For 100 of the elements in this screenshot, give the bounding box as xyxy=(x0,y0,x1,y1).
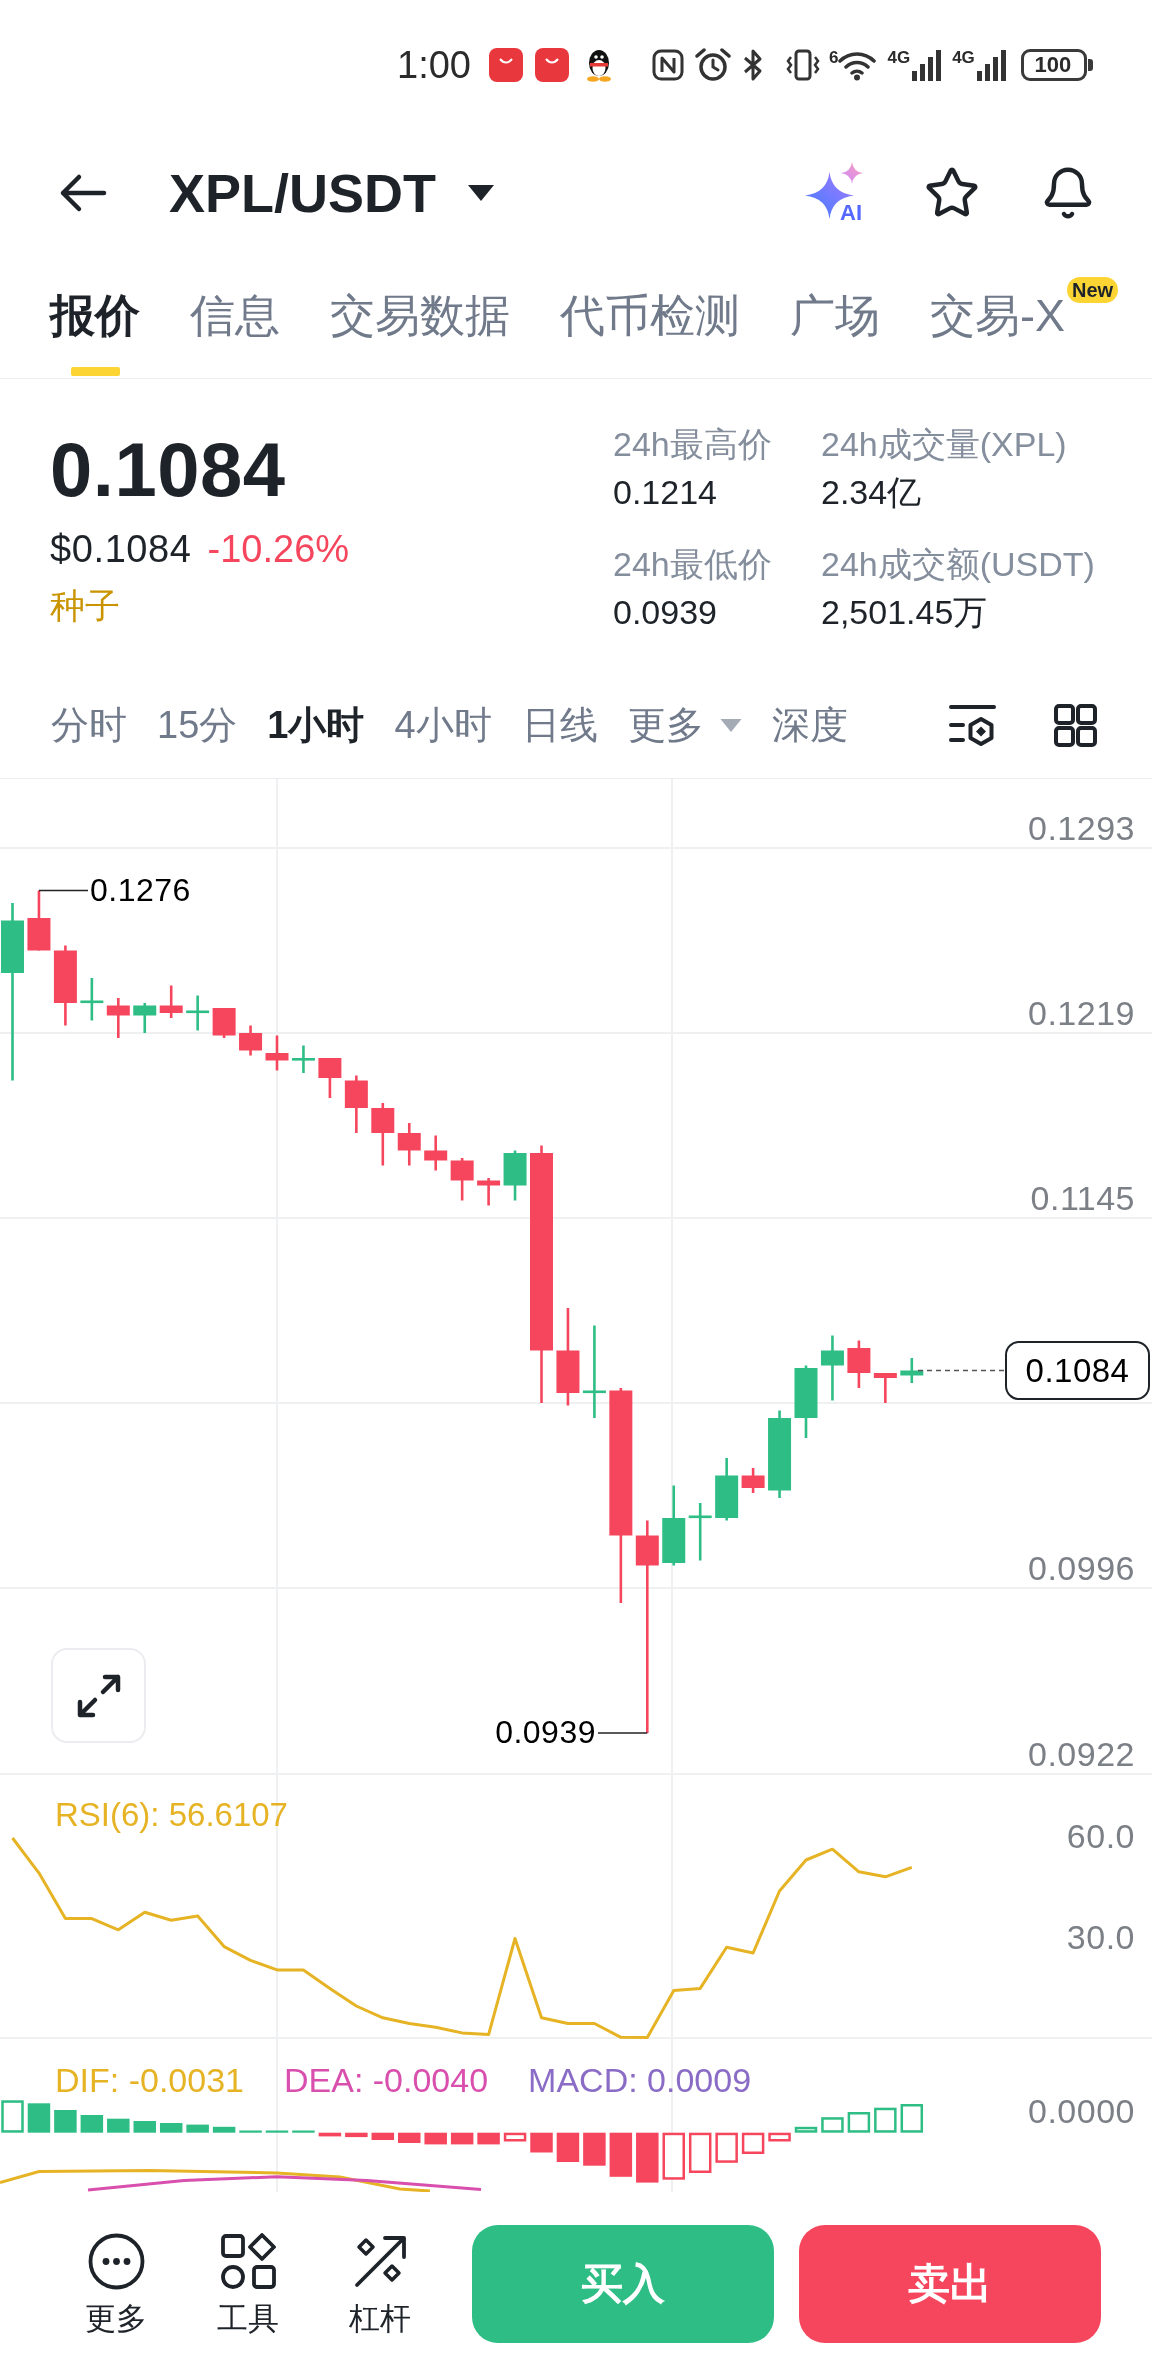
histogram-bar xyxy=(847,2112,871,2133)
histogram-bar xyxy=(821,2117,844,2133)
interval-tab[interactable]: 15分 xyxy=(157,703,238,747)
stat-label: 24h成交额(USDT) xyxy=(821,544,1095,584)
candle xyxy=(186,995,210,1031)
candle xyxy=(397,1123,421,1166)
histogram-bar xyxy=(424,2132,447,2145)
candle xyxy=(820,1335,844,1401)
candle xyxy=(741,1468,765,1493)
tab[interactable]: 交易数据 xyxy=(330,255,510,378)
macd-axis-label: 0.0000 xyxy=(1028,2091,1135,2131)
network-type-label: 4G xyxy=(952,49,975,66)
buy-button[interactable]: 买入 xyxy=(472,2225,774,2343)
histogram-bar xyxy=(398,2132,421,2143)
histogram-bar xyxy=(265,2130,289,2133)
toolbar-button[interactable]: 更多 xyxy=(73,2233,159,2335)
candle xyxy=(133,1003,157,1033)
token-tag: 种子 xyxy=(50,586,120,626)
sell-button[interactable]: 卖出 xyxy=(799,2225,1101,2343)
candle xyxy=(159,985,183,1018)
candle xyxy=(847,1340,871,1388)
tab[interactable]: 信息 xyxy=(190,255,280,378)
histogram-bar xyxy=(636,2132,659,2183)
histogram-bar xyxy=(583,2132,606,2166)
stat-value: 2.34亿 xyxy=(821,472,922,512)
interval-tab[interactable]: 1小时 xyxy=(267,703,365,747)
candle xyxy=(106,998,130,1038)
histogram-bar xyxy=(292,2130,315,2133)
last-price-tag: 0.1084 xyxy=(1005,1341,1150,1400)
caret-icon[interactable] xyxy=(468,184,495,201)
candle xyxy=(265,1035,289,1071)
candle xyxy=(291,1045,315,1073)
nfc-icon xyxy=(651,49,684,81)
histogram-bar xyxy=(688,2132,712,2173)
histogram-bar xyxy=(741,2132,765,2154)
tab[interactable]: 报价 xyxy=(50,255,140,378)
toolbar-button[interactable]: 杠杆 xyxy=(337,2233,423,2335)
grid-icon[interactable] xyxy=(1054,703,1097,747)
rsi-axis-label: 30.0 xyxy=(1066,1916,1135,1957)
price-axis-label: 0.1219 xyxy=(1028,993,1135,1033)
price-axis-label: 0.1145 xyxy=(1030,1178,1135,1218)
histogram-bar xyxy=(900,2104,924,2133)
macd-legend-item: DEA: -0.0040 xyxy=(284,2060,489,2100)
app-icon xyxy=(534,48,569,82)
penguin-icon xyxy=(585,48,612,82)
bluetooth-icon xyxy=(741,48,764,82)
stat-label: 24h最高价 xyxy=(613,424,772,464)
interval-tab[interactable]: 深度 xyxy=(771,703,848,747)
back-arrow-icon[interactable] xyxy=(59,172,107,213)
histogram-bar xyxy=(450,2132,474,2145)
rsi-axis-label: 60.0 xyxy=(1066,1815,1135,1856)
candle xyxy=(900,1358,924,1383)
price-change: -10.26% xyxy=(207,529,350,569)
histogram-bar xyxy=(556,2132,580,2162)
interval-tab[interactable]: 4小时 xyxy=(394,703,492,747)
candle xyxy=(80,978,104,1021)
candle xyxy=(239,1025,263,1056)
rsi-legend: RSI(6): 56.6107 xyxy=(55,1795,288,1835)
wifi-icon xyxy=(838,49,877,81)
pair-title[interactable]: XPL/USDT xyxy=(169,162,437,223)
battery-indicator: 100 xyxy=(1020,49,1093,81)
histogram-bar xyxy=(159,2123,183,2133)
tab[interactable]: 代币检测 xyxy=(560,255,740,378)
expand-button[interactable] xyxy=(51,1648,146,1743)
usd-price: $0.1084 xyxy=(50,529,192,569)
low-price-label: 0.0939 xyxy=(495,1713,596,1752)
interval-tab[interactable]: 分时 xyxy=(51,703,127,747)
histogram-bar xyxy=(212,2126,236,2133)
more-icon xyxy=(87,2233,145,2290)
app-icon xyxy=(488,48,523,82)
histogram-bar xyxy=(477,2132,500,2145)
network-type-label: 4G xyxy=(887,49,911,66)
stat-value: 0.0939 xyxy=(613,592,717,632)
price-axis-label: 0.1293 xyxy=(1028,808,1135,848)
toolbar-button[interactable]: 工具 xyxy=(205,2233,291,2335)
indicator-settings-icon[interactable] xyxy=(949,703,996,747)
tab[interactable]: 交易-X xyxy=(930,255,1065,378)
ai-assistant-button[interactable]: AI xyxy=(805,161,869,224)
candle xyxy=(371,1103,395,1166)
interval-tab[interactable]: 日线 xyxy=(521,703,598,747)
candle xyxy=(688,1503,712,1561)
histogram-bar xyxy=(107,2118,130,2133)
signal-icon xyxy=(974,49,1007,81)
macd-legend-item: DIF: -0.0031 xyxy=(55,2060,244,2100)
candle xyxy=(424,1135,448,1171)
candle xyxy=(715,1458,739,1521)
candle xyxy=(450,1158,474,1201)
interval-tab[interactable]: 更多 xyxy=(627,703,742,747)
candle xyxy=(27,890,51,951)
sparkle-icon xyxy=(805,161,864,220)
candle xyxy=(503,1150,527,1201)
high-price-label: 0.1276 xyxy=(90,870,191,910)
macd-legend-item: MACD: 0.0009 xyxy=(528,2060,752,2100)
tab[interactable]: 广场 xyxy=(790,255,880,378)
histogram-bar xyxy=(54,2110,77,2133)
price-axis-label: 0.0996 xyxy=(1028,1548,1135,1588)
stat-label: 24h最低价 xyxy=(613,544,772,584)
histogram-bar xyxy=(503,2132,527,2142)
histogram-bar xyxy=(662,2132,685,2180)
histogram-bar xyxy=(239,2130,262,2133)
